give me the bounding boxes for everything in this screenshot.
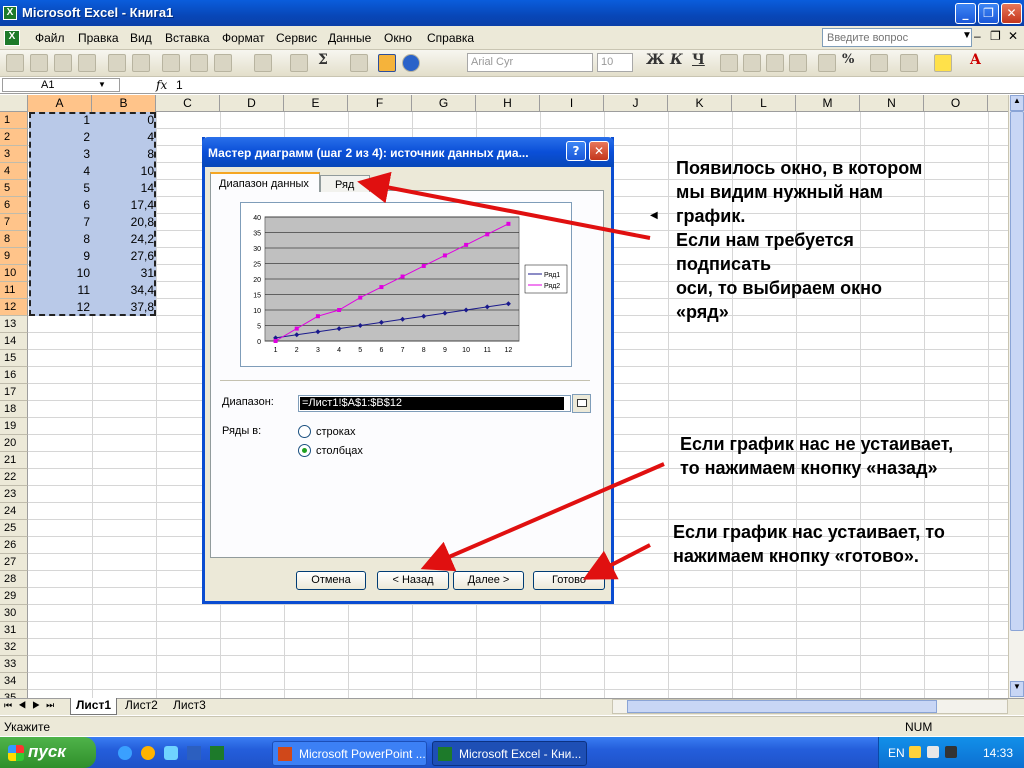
annotation-arrows xyxy=(357,171,665,580)
arrow-to-back-button xyxy=(420,462,665,572)
arrow-to-finish-button xyxy=(582,543,651,580)
arrow-to-series-tab xyxy=(357,171,651,240)
